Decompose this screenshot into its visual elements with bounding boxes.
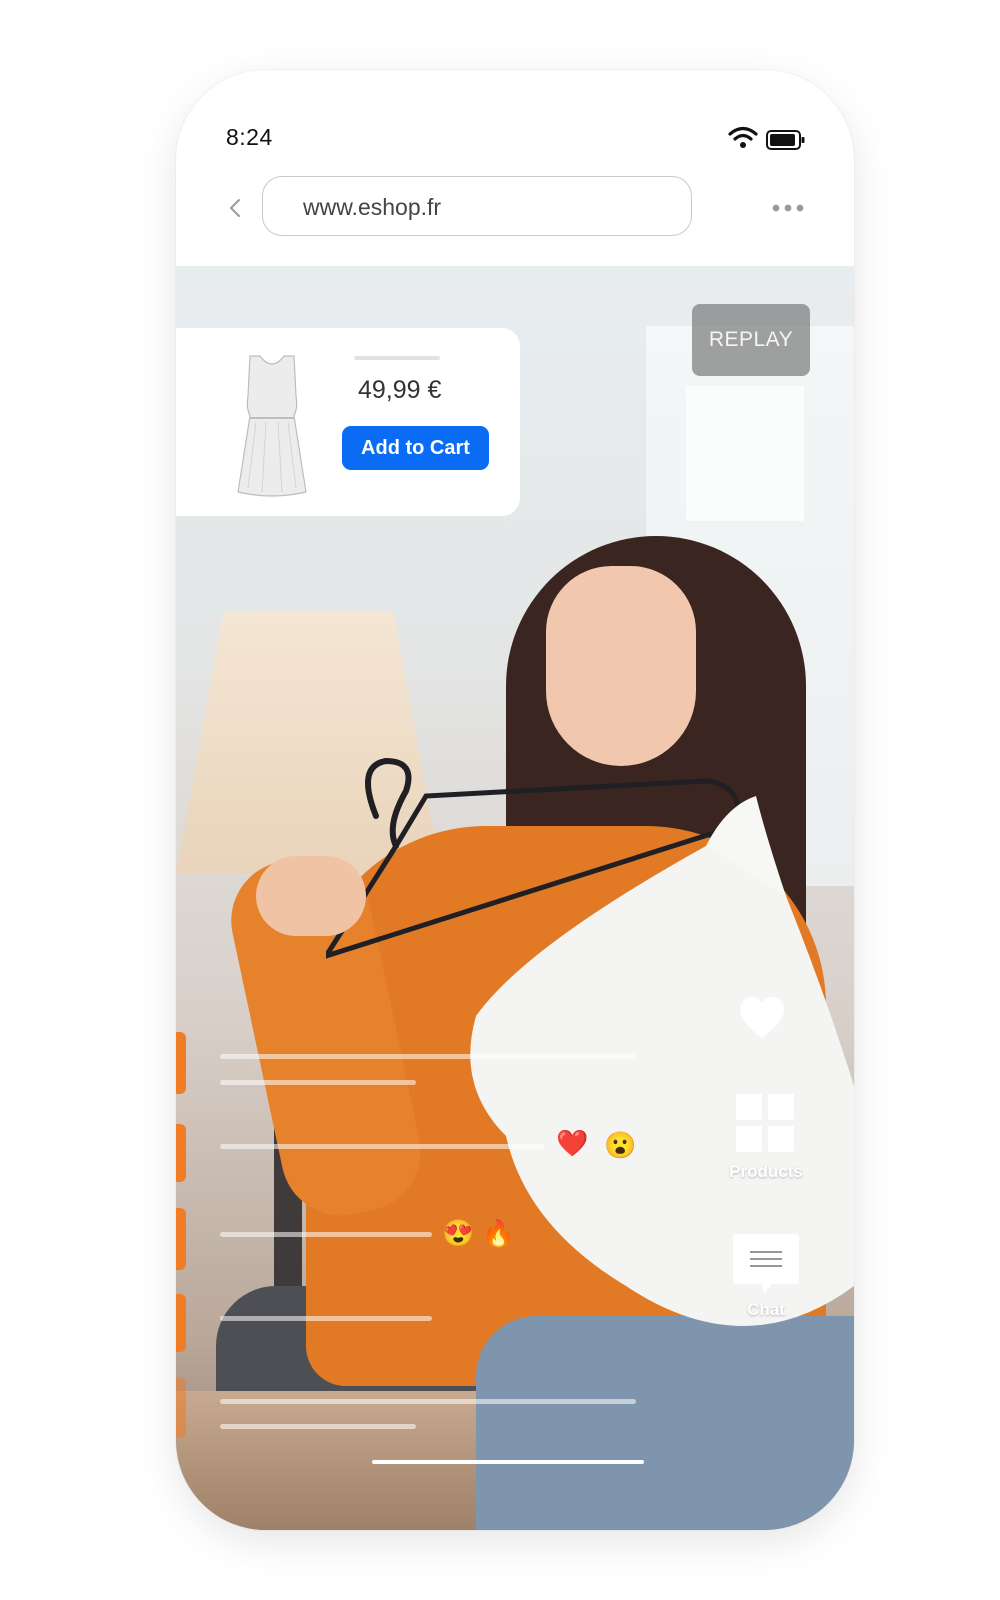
add-to-cart-button[interactable]: Add to Cart <box>342 426 489 470</box>
url-bar[interactable]: www.eshop.fr <box>262 176 692 236</box>
more-options-icon[interactable] <box>772 204 804 212</box>
chat-label[interactable]: Chat <box>706 1300 826 1320</box>
replay-button[interactable]: REPLAY <box>692 304 810 376</box>
chat-bubble-icon[interactable] <box>732 1232 800 1296</box>
fire-reaction: 🔥 <box>482 1218 515 1248</box>
product-card[interactable]: 49,99 € Add to Cart <box>176 328 520 516</box>
status-time: 8:24 <box>226 124 273 150</box>
like-heart-icon[interactable] <box>738 996 786 1040</box>
dress-thumbnail <box>237 355 307 497</box>
window-pane <box>686 386 804 521</box>
live-video[interactable]: 49,99 € Add to Cart REPLAY ❤️ 😮 😍 🔥 Prod… <box>176 266 854 1530</box>
product-name-placeholder <box>354 356 440 360</box>
phone-frame: 8:24 www.eshop.fr 49,99 € Add to Cart RE… <box>176 70 854 1530</box>
heart-eyes-reaction: 😍 <box>442 1218 475 1248</box>
chat-accent-bar <box>176 1294 186 1352</box>
chat-accent-bar <box>176 1378 186 1438</box>
chat-accent-bar <box>176 1208 186 1270</box>
products-grid-icon[interactable] <box>736 1094 794 1152</box>
chat-message-line <box>220 1399 636 1404</box>
wifi-icon <box>728 126 758 148</box>
chat-message-line <box>220 1054 636 1059</box>
chat-accent-bar <box>176 1124 186 1182</box>
chat-message-line <box>220 1144 544 1149</box>
surprised-reaction: 😮 <box>604 1130 637 1160</box>
heart-reaction: ❤️ <box>556 1128 589 1158</box>
chat-message-line <box>220 1232 432 1237</box>
products-label[interactable]: Products <box>706 1162 826 1182</box>
chat-accent-bar <box>176 1032 186 1094</box>
chat-message-line <box>220 1316 432 1321</box>
chat-message-line <box>220 1080 416 1085</box>
url-text: www.eshop.fr <box>303 194 442 220</box>
product-price: 49,99 € <box>358 376 442 404</box>
back-icon[interactable] <box>228 198 242 218</box>
person-hand <box>256 856 366 936</box>
battery-icon <box>766 130 805 150</box>
chat-message-line <box>220 1424 416 1429</box>
home-indicator[interactable] <box>372 1460 644 1464</box>
